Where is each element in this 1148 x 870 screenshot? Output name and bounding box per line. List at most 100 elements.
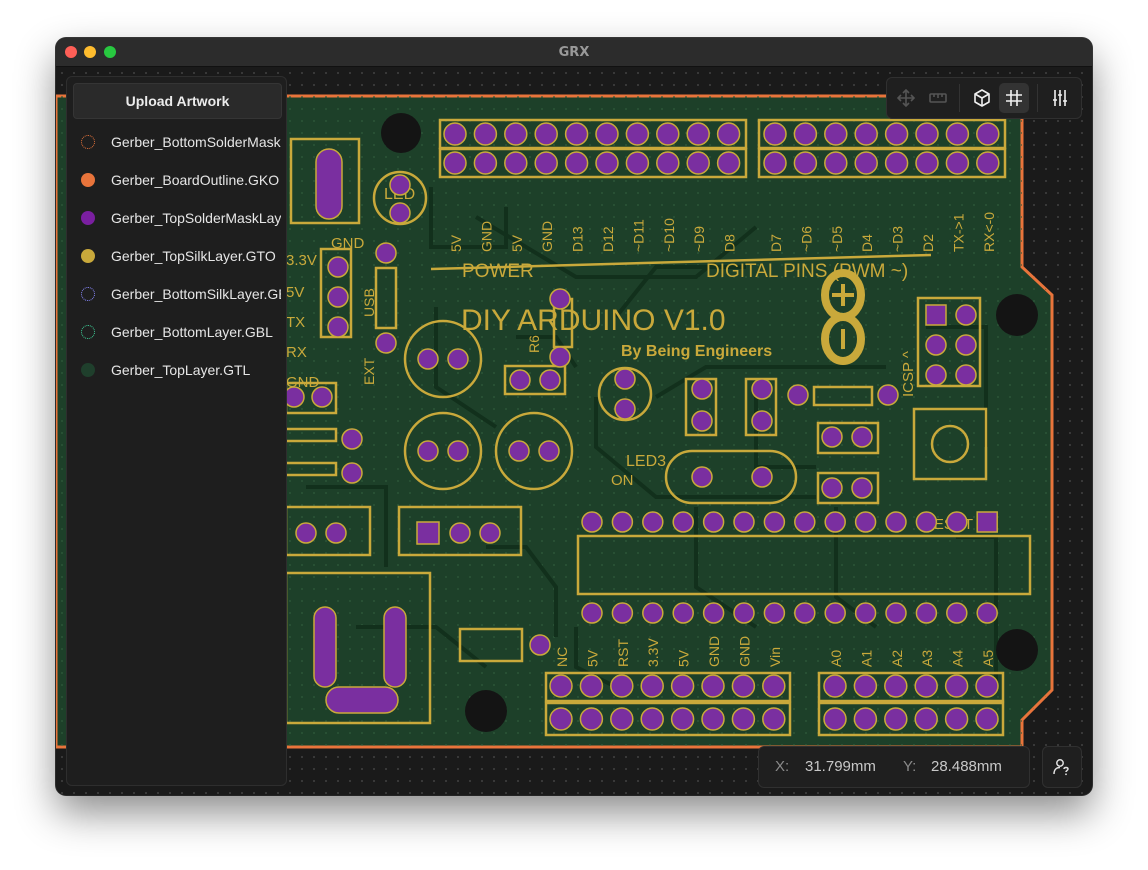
x-label: X: bbox=[775, 758, 790, 775]
y-label: Y: bbox=[903, 758, 917, 775]
component-pad bbox=[327, 286, 349, 308]
component-pad bbox=[327, 316, 349, 338]
power-label: POWER bbox=[462, 261, 534, 282]
header-pin bbox=[762, 707, 786, 731]
ic-pin bbox=[885, 602, 907, 624]
component-pad bbox=[851, 426, 873, 448]
header-pin bbox=[823, 674, 847, 698]
layer-item[interactable]: Gerber_TopSolderMaskLayer.GTS bbox=[81, 208, 281, 228]
pin-label: ~D10 bbox=[661, 218, 677, 252]
ic-pin bbox=[672, 602, 694, 624]
component-pad bbox=[417, 348, 439, 370]
layer-item[interactable]: Gerber_TopSilkLayer.GTO bbox=[81, 246, 281, 266]
header-pin bbox=[915, 122, 939, 146]
settings-button[interactable] bbox=[1045, 83, 1075, 113]
header-pin bbox=[975, 674, 999, 698]
header-pin bbox=[793, 122, 818, 146]
pin-label: D7 bbox=[768, 234, 784, 252]
component-pad bbox=[538, 440, 560, 462]
3d-view-button[interactable] bbox=[967, 83, 997, 113]
pcb-canvas[interactable]: DIY ARDUINO V1.0 By Being Engineers POWE… bbox=[56, 67, 1092, 795]
layer-color-icon[interactable] bbox=[81, 135, 95, 149]
layer-color-icon[interactable] bbox=[81, 249, 95, 263]
component-pad bbox=[389, 174, 411, 196]
layer-name: Gerber_BoardOutline.GKO bbox=[111, 172, 280, 188]
layer-color-icon[interactable] bbox=[81, 173, 95, 187]
pin-label: 5V bbox=[584, 649, 600, 667]
pin-label: D4 bbox=[859, 234, 875, 252]
move-button[interactable] bbox=[891, 83, 921, 113]
component-pad bbox=[447, 348, 469, 370]
header-pin bbox=[763, 122, 787, 146]
toolbar-divider bbox=[959, 84, 960, 112]
header-pin bbox=[595, 122, 619, 146]
header-pin bbox=[854, 151, 878, 175]
view-toolbar bbox=[886, 77, 1082, 119]
header-pin bbox=[579, 674, 604, 698]
header-pin bbox=[504, 151, 528, 175]
component-pad bbox=[341, 462, 363, 484]
layer-color-icon[interactable] bbox=[81, 287, 95, 301]
ic-pin bbox=[824, 602, 846, 624]
component-pad bbox=[955, 364, 977, 386]
header-pin bbox=[716, 122, 741, 146]
header-pin bbox=[534, 151, 558, 175]
layer-item[interactable]: Gerber_BottomLayer.GBL bbox=[81, 322, 281, 342]
tx-left-label: TX bbox=[286, 314, 305, 331]
header-pin bbox=[975, 707, 999, 731]
layer-color-icon[interactable] bbox=[81, 211, 95, 225]
header-pin bbox=[944, 674, 969, 698]
component-pad bbox=[614, 398, 636, 420]
layer-name: Gerber_BottomSolderMask.GBS bbox=[111, 134, 281, 150]
header-pin bbox=[824, 151, 848, 175]
user-help-icon bbox=[1053, 759, 1069, 776]
header-pin bbox=[640, 707, 664, 731]
move-icon bbox=[897, 89, 915, 107]
pin-label: GND bbox=[478, 221, 494, 252]
component-pad bbox=[925, 304, 947, 326]
component-pad bbox=[751, 410, 773, 432]
toolbar-divider bbox=[1037, 84, 1038, 112]
grid-toggle-button[interactable] bbox=[999, 83, 1029, 113]
layer-color-icon[interactable] bbox=[81, 363, 95, 377]
layer-item[interactable]: Gerber_BoardOutline.GKO bbox=[81, 170, 281, 190]
header-pin bbox=[763, 151, 787, 175]
layer-item[interactable]: Gerber_TopLayer.GTL bbox=[81, 360, 281, 380]
header-pin bbox=[670, 674, 695, 698]
pin-label: RX<-0 bbox=[981, 212, 997, 252]
ic-pin bbox=[702, 511, 725, 533]
ic-pin bbox=[915, 511, 938, 533]
header-pin bbox=[549, 707, 573, 731]
help-button[interactable] bbox=[1042, 746, 1082, 788]
component-pad bbox=[539, 369, 561, 391]
component-pad bbox=[955, 334, 977, 356]
measure-button[interactable] bbox=[923, 83, 953, 113]
header-pin bbox=[914, 674, 938, 698]
layer-color-icon[interactable] bbox=[81, 325, 95, 339]
r6-label: R6 bbox=[526, 335, 542, 353]
header-pin bbox=[976, 122, 1000, 146]
pin-label: ~D5 bbox=[829, 226, 845, 252]
header-pin bbox=[716, 151, 741, 175]
header-pin bbox=[549, 674, 573, 698]
jack-pad bbox=[383, 606, 407, 688]
header-pin bbox=[443, 122, 467, 146]
grid-icon bbox=[1006, 90, 1022, 106]
ic-pin bbox=[763, 511, 786, 533]
header-pin bbox=[884, 674, 908, 698]
pin-label: Vin bbox=[767, 647, 783, 667]
pin-label: 5V bbox=[509, 234, 525, 252]
ic-pin bbox=[611, 511, 634, 533]
pin-label: RST bbox=[615, 639, 631, 667]
layer-item[interactable]: Gerber_BottomSilkLayer.GBO bbox=[81, 284, 281, 304]
ic-pin bbox=[824, 511, 846, 533]
header-pin bbox=[945, 122, 970, 146]
ic-pin bbox=[672, 511, 694, 533]
header-pin bbox=[610, 707, 634, 731]
upload-artwork-button[interactable]: Upload Artwork bbox=[73, 83, 282, 119]
app-window: GRX DIY ARDUINO V1.0 By Being Engineers … bbox=[56, 38, 1092, 795]
pin-label: 5V bbox=[448, 234, 464, 252]
header-pin bbox=[853, 674, 878, 698]
layer-item[interactable]: Gerber_BottomSolderMask.GBS bbox=[81, 132, 281, 152]
pin-label: D13 bbox=[570, 226, 586, 252]
